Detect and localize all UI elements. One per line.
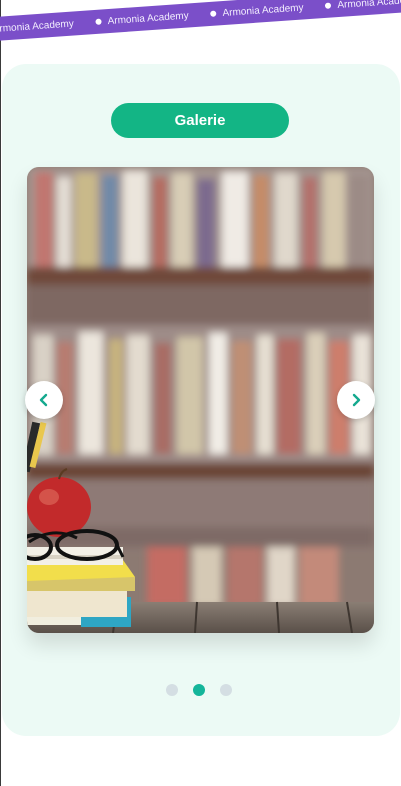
bullet-icon xyxy=(325,2,332,9)
marquee-text: Armonia Academy xyxy=(0,17,75,35)
bullet-icon xyxy=(210,10,217,17)
gallery-prev-button[interactable] xyxy=(25,381,63,419)
chevron-right-icon xyxy=(352,393,361,407)
gallery-next-button[interactable] xyxy=(337,381,375,419)
marquee-item: Armonia Academy xyxy=(325,0,401,11)
gallery-slide-image xyxy=(27,167,374,633)
marquee-text: Armonia Academy xyxy=(107,9,190,27)
marquee-item: Armonia Academy xyxy=(0,18,74,35)
gallery-title-button[interactable]: Galerie xyxy=(111,103,289,138)
bullet-icon xyxy=(95,18,102,25)
academy-marquee-banner: Armonia Academy Armonia Academy Armonia … xyxy=(0,0,401,42)
marquee-text: Armonia Academy xyxy=(337,0,401,11)
marquee-item: Armonia Academy xyxy=(210,2,304,19)
gallery-title: Galerie xyxy=(174,112,226,129)
marquee-item: Armonia Academy xyxy=(95,10,189,27)
slide-dot[interactable] xyxy=(220,684,232,696)
slide-dot-active[interactable] xyxy=(193,684,205,696)
library-photo-icon xyxy=(27,167,374,633)
chevron-left-icon xyxy=(39,393,48,407)
slide-dot[interactable] xyxy=(166,684,178,696)
slide-indicators xyxy=(166,684,232,696)
marquee-text: Armonia Academy xyxy=(222,1,304,19)
page-edge-line xyxy=(0,0,1,786)
